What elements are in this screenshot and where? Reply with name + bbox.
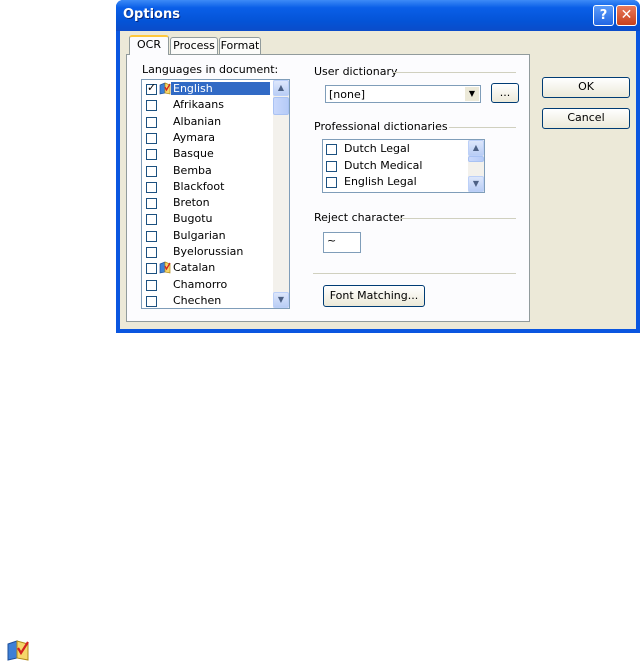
language-label: Catalan — [173, 261, 216, 275]
language-checkbox[interactable] — [146, 149, 157, 161]
scroll-down-button[interactable]: ▼ — [273, 292, 289, 308]
prof-scroll-down-button[interactable]: ▼ — [468, 176, 484, 192]
prof-scroll-thumb[interactable] — [468, 156, 484, 162]
language-item[interactable]: Byelorussian — [144, 244, 274, 260]
professional-dictionaries-label: Professional dictionaries — [314, 120, 448, 133]
language-item[interactable]: Blackfoot — [144, 179, 274, 195]
browse-dictionary-button[interactable]: ... — [491, 83, 519, 103]
professional-dictionary-item[interactable]: Dutch Legal — [326, 141, 466, 157]
close-button[interactable]: ✕ — [616, 5, 637, 26]
tab-format[interactable]: Format — [219, 37, 261, 54]
professional-dictionary-checkbox[interactable] — [326, 177, 337, 188]
dialog-client-area: OCR Process Format Languages in document… — [120, 31, 636, 329]
language-label: Bugotu — [173, 212, 213, 226]
language-item[interactable]: Bemba — [144, 163, 274, 179]
language-label: Basque — [173, 147, 214, 161]
ok-button[interactable]: OK — [542, 77, 630, 98]
professional-dictionary-label: Dutch Legal — [344, 142, 410, 155]
language-checkbox[interactable] — [146, 181, 157, 193]
language-label: Blackfoot — [173, 179, 225, 193]
language-label: Bulgarian — [173, 228, 226, 242]
prof-scroll-up-button[interactable]: ▲ — [468, 140, 484, 156]
ocr-tab-panel: Languages in document: English Afrikaans A… — [126, 54, 530, 322]
language-item[interactable]: Albanian — [144, 114, 274, 130]
language-item[interactable]: Chechen — [144, 293, 274, 308]
professional-dictionaries-separator — [449, 127, 516, 128]
user-dictionary-label: User dictionary — [314, 65, 398, 78]
user-dictionary-combo[interactable]: [none] ▼ — [325, 85, 481, 103]
user-dictionary-separator — [393, 72, 516, 73]
professional-dictionary-checkbox[interactable] — [326, 160, 337, 172]
professional-scrollbar[interactable]: ▲ ▼ — [468, 140, 484, 192]
language-checkbox[interactable] — [146, 198, 157, 210]
language-label: Breton — [173, 196, 210, 210]
language-item[interactable]: Aymara — [144, 130, 274, 146]
languages-scrollbar[interactable]: ▲ ▼ — [273, 80, 289, 308]
reject-character-separator — [399, 218, 516, 219]
reject-character-field[interactable]: ~ — [323, 232, 361, 253]
professional-dictionary-item[interactable]: Dutch Medical — [326, 158, 466, 174]
cancel-button[interactable]: Cancel — [542, 108, 630, 129]
tab-ocr[interactable]: OCR — [129, 35, 169, 55]
language-checkbox[interactable] — [146, 279, 157, 291]
language-label: Afrikaans — [173, 98, 224, 112]
language-item[interactable]: Bulgarian — [144, 228, 274, 244]
reject-character-label: Reject character — [314, 211, 405, 224]
language-label: Aymara — [173, 130, 216, 144]
options-dialog: Options ? ✕ OCR Process Format Languages… — [116, 0, 640, 333]
language-item[interactable]: Chamorro — [144, 277, 274, 293]
language-item[interactable]: Breton — [144, 195, 274, 211]
language-checkbox[interactable] — [146, 295, 157, 307]
language-label: Albanian — [173, 114, 222, 128]
professional-dictionary-checkbox[interactable] — [326, 144, 337, 155]
languages-label: Languages in document: — [142, 63, 279, 76]
language-item[interactable]: English — [144, 81, 274, 97]
language-label: English — [171, 82, 270, 95]
language-checkbox[interactable] — [146, 81, 157, 95]
professional-dictionaries-listbox[interactable]: Dutch Legal Dutch Medical English Legal ▲ … — [322, 139, 485, 193]
font-matching-separator — [313, 273, 516, 274]
language-checkbox[interactable] — [146, 230, 157, 242]
scroll-thumb[interactable] — [273, 97, 289, 115]
language-checkbox[interactable] — [146, 165, 157, 177]
chevron-down-icon[interactable]: ▼ — [465, 87, 479, 101]
professional-dictionary-label: Dutch Medical — [344, 158, 423, 172]
languages-listbox[interactable]: English Afrikaans Albanian Aymara Basque Bemb… — [141, 79, 290, 309]
language-item[interactable]: Afrikaans — [144, 97, 274, 113]
language-checkbox[interactable] — [146, 100, 157, 112]
language-checkbox[interactable] — [146, 214, 157, 226]
language-label: Bemba — [173, 163, 212, 177]
professional-dictionary-item[interactable]: English Legal — [326, 174, 466, 190]
dictionary-book-icon — [159, 82, 171, 95]
language-label: Chechen — [173, 293, 222, 307]
dialog-title: Options — [123, 7, 180, 22]
language-item[interactable]: Catalan — [144, 260, 274, 276]
user-dictionary-value: [none] — [329, 88, 366, 101]
language-label: Chamorro — [173, 277, 228, 291]
title-bar[interactable]: Options ? ✕ — [116, 0, 640, 31]
language-checkbox[interactable] — [146, 116, 157, 128]
dictionary-book-icon — [7, 640, 29, 661]
scroll-up-button[interactable]: ▲ — [273, 80, 289, 96]
language-checkbox[interactable] — [146, 247, 157, 258]
font-matching-button[interactable]: Font Matching... — [323, 285, 425, 307]
tab-process[interactable]: Process — [170, 37, 218, 54]
language-checkbox[interactable] — [146, 263, 157, 275]
help-button[interactable]: ? — [593, 5, 614, 26]
language-item[interactable]: Bugotu — [144, 211, 274, 227]
language-item[interactable]: Basque — [144, 146, 274, 162]
language-label: Byelorussian — [173, 245, 244, 258]
professional-dictionary-label: English Legal — [344, 175, 417, 188]
language-checkbox[interactable] — [146, 132, 157, 144]
dictionary-book-icon — [159, 261, 171, 274]
